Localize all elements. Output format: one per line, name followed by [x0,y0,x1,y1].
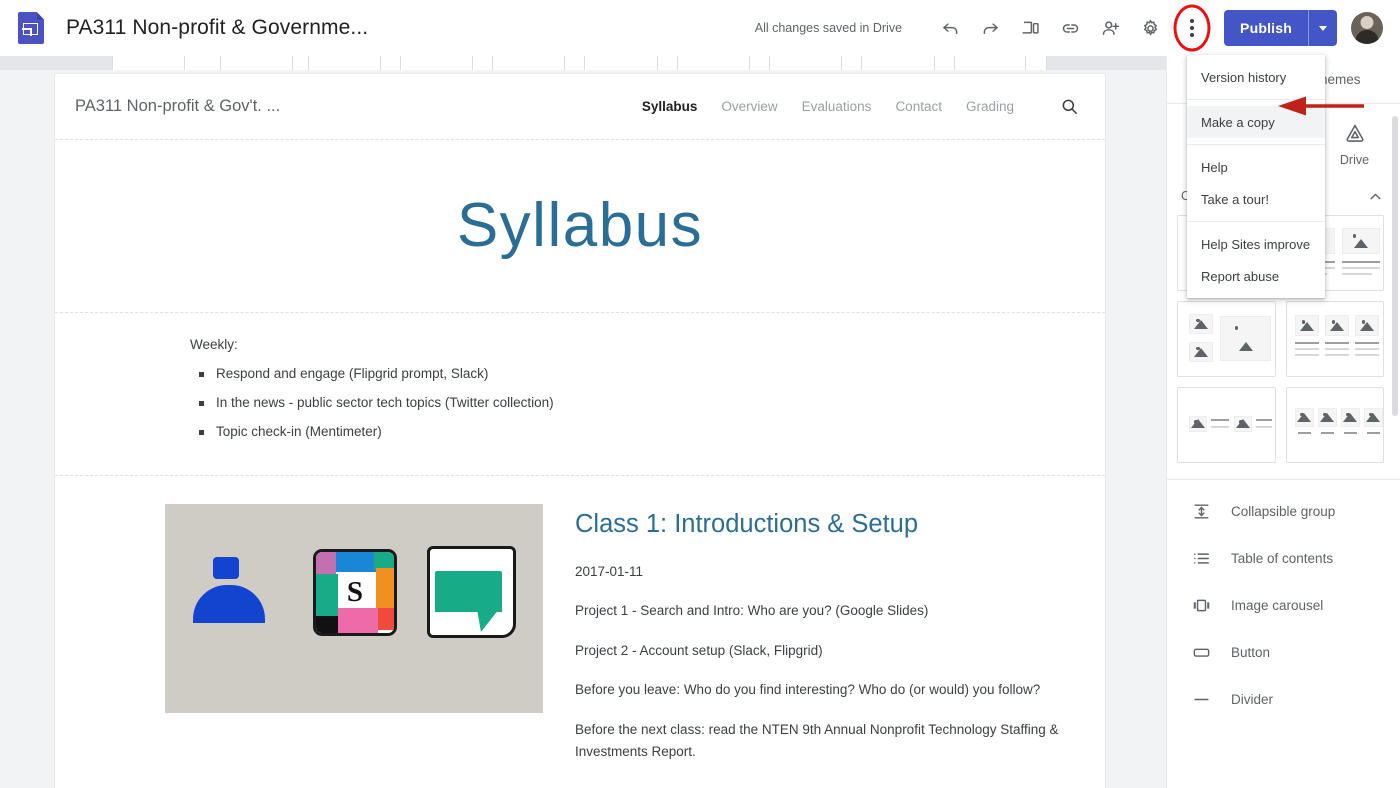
site-name[interactable]: PA311 Non-profit & Gov't. ... [75,97,280,116]
top-app-bar: PA311 Non-profit & Governme... All chang… [0,0,1400,56]
menu-item-report-abuse[interactable]: Report abuse [1187,260,1325,292]
menu-item-make-a-copy[interactable]: Make a copy [1187,106,1325,138]
add-people-icon[interactable] [1090,8,1130,48]
layout-two-image-text-pairs[interactable] [1177,387,1276,463]
preview-icon[interactable] [1010,8,1050,48]
document-title[interactable]: PA311 Non-profit & Governme... [66,16,368,40]
layout-three-images-with-text[interactable] [1285,301,1384,377]
editor-workspace: PA311 Non-profit & Gov't. ... Syllabus O… [0,70,1166,788]
widget-image-carousel[interactable]: Image carousel [1167,582,1400,629]
nav-item-overview[interactable]: Overview [721,99,777,114]
insert-drive-label: Drive [1339,153,1370,167]
menu-divider [1187,144,1325,145]
redo-icon[interactable] [970,8,1010,48]
weekly-block[interactable]: Weekly: Respond and engage (Flipgrid pro… [55,313,1105,476]
page-title: Syllabus [456,191,704,260]
list-item: Topic check-in (Mentimeter) [190,424,1105,439]
widget-divider[interactable]: Divider [1167,676,1400,723]
save-status: All changes saved in Drive [754,21,903,35]
layout-four-images[interactable] [1285,387,1384,463]
site-canvas[interactable]: PA311 Non-profit & Gov't. ... Syllabus O… [55,74,1105,788]
google-sites-editor: PA311 Non-profit & Governme... All chang… [0,0,1400,788]
widget-table-of-contents-label: Table of contents [1231,551,1334,566]
nav-item-grading[interactable]: Grading [966,99,1014,114]
widget-button[interactable]: Button [1167,629,1400,676]
undo-icon[interactable] [930,8,970,48]
class-1-project-1: Project 1 - Search and Intro: Who are yo… [575,603,929,619]
avatar[interactable] [1351,12,1383,44]
menu-item-take-a-tour[interactable]: Take a tour! [1187,183,1325,215]
site-nav: Syllabus Overview Evaluations Contact Gr… [642,97,1079,116]
settings-gear-icon[interactable] [1130,8,1170,48]
insert-widgets-list: Collapsible group Table of contents Imag… [1167,480,1400,723]
widget-image-carousel-label: Image carousel [1231,598,1324,613]
class-1-title[interactable]: Class 1: Introductions & Setup [575,508,1079,541]
menu-divider [1187,99,1325,100]
divider-icon [1191,690,1211,710]
ruler-track [112,56,1047,70]
class-1-date: 2017-01-11 [575,563,644,579]
menu-item-help-sites-improve[interactable]: Help Sites improve [1187,228,1325,260]
link-icon[interactable] [1050,8,1090,48]
google-drive-icon [1344,122,1366,144]
image-carousel-icon [1191,596,1211,616]
panel-scrollbar[interactable] [1392,116,1398,416]
widget-divider-label: Divider [1231,692,1274,707]
more-vertical-icon[interactable] [1190,18,1195,38]
class-1-body: Class 1: Introductions & Setup 2017-01-1… [575,504,1079,780]
publish-button[interactable]: Publish [1224,10,1308,46]
class-1-project-2: Project 2 - Account setup (Slack, Flipgr… [575,642,823,658]
layout-three-image-mixed[interactable] [1177,301,1276,377]
menu-divider [1187,221,1325,222]
publish-button-group[interactable]: Publish [1224,10,1337,46]
list-item: In the news - public sector tech topics … [190,395,1105,410]
class-section-1[interactable]: S Class 1: Introductions & Setup 2017-01… [55,476,1105,788]
search-icon[interactable] [1060,97,1079,116]
weekly-heading: Weekly: [190,337,238,352]
list-item: Respond and engage (Flipgrid prompt, Sla… [190,366,1105,381]
insert-drive[interactable]: Drive [1323,122,1387,167]
nav-item-syllabus[interactable]: Syllabus [642,99,698,114]
flipgrid-drawing [427,546,516,638]
weekly-list: Respond and engage (Flipgrid prompt, Sla… [190,366,1105,439]
menu-item-help[interactable]: Help [1187,151,1325,183]
widget-collapsible-group-label: Collapsible group [1231,504,1336,519]
nav-item-contact[interactable]: Contact [895,99,942,114]
slack-drawing: S [313,549,397,636]
widget-collapsible-group[interactable]: Collapsible group [1167,488,1400,535]
site-header: PA311 Non-profit & Gov't. ... Syllabus O… [55,74,1105,140]
menu-item-version-history[interactable]: Version history [1187,61,1325,93]
collapsible-group-icon [1191,502,1211,522]
nav-item-evaluations[interactable]: Evaluations [802,99,872,114]
more-options-button[interactable] [1170,4,1214,52]
widget-button-label: Button [1231,645,1271,660]
google-sites-icon [18,12,44,44]
button-icon [1191,643,1211,663]
widget-table-of-contents[interactable]: Table of contents [1167,535,1400,582]
page-banner[interactable]: Syllabus [55,140,1105,313]
more-options-menu: Version history Make a copy Help Take a … [1187,55,1325,298]
chevron-down-icon[interactable] [1309,10,1337,46]
class-1-before-leave: Before you leave: Who do you find intere… [575,682,1041,698]
class-1-image[interactable]: S [165,504,543,713]
chevron-up-icon[interactable] [1367,188,1384,205]
table-of-contents-icon [1191,549,1211,569]
class-1-before-next: Before the next class: read the NTEN 9th… [575,722,1059,759]
